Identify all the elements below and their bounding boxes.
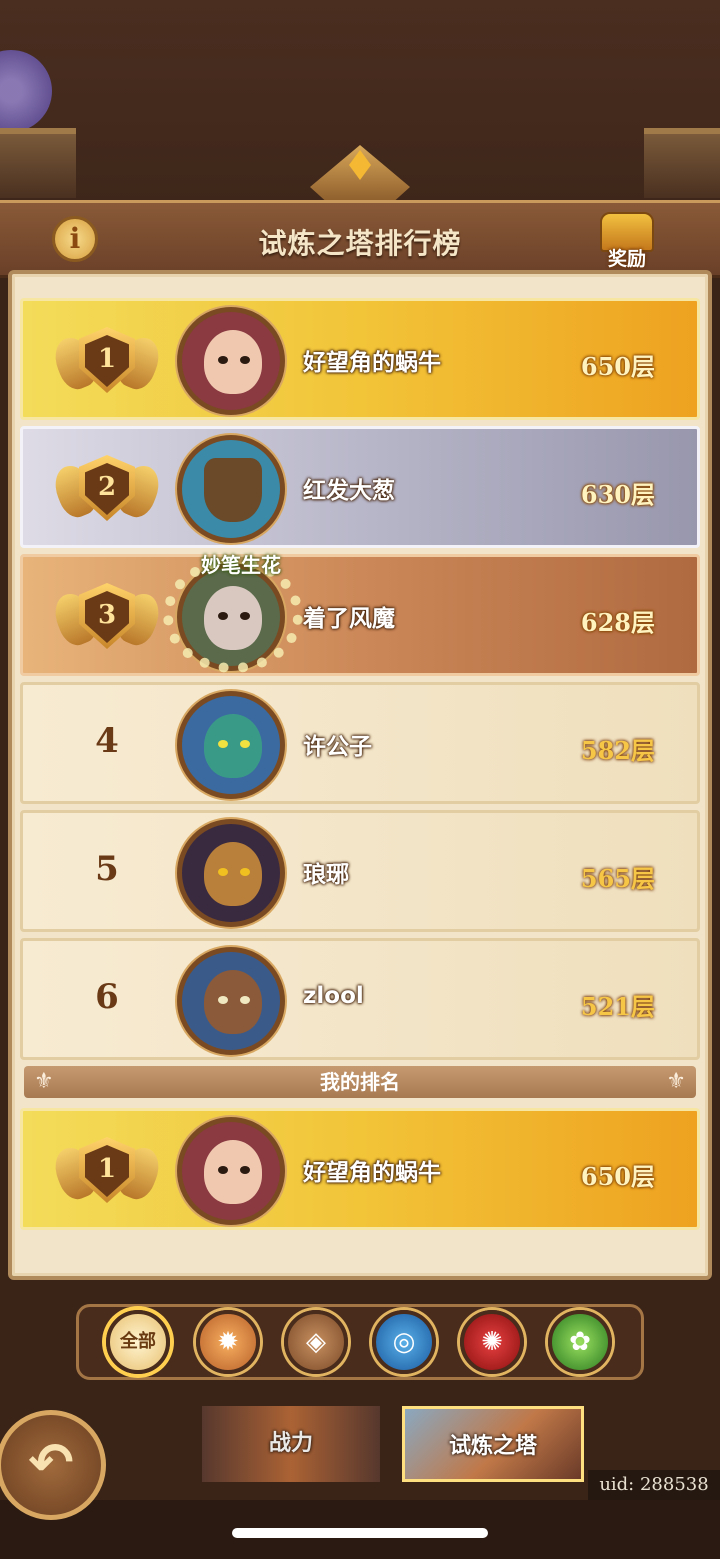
silver-medal-icon: 2: [48, 447, 166, 533]
left-pillar-decoration: [0, 128, 76, 198]
leaderboard-row-1[interactable]: 1 好望角的蜗牛 650层: [20, 298, 700, 420]
tab-power[interactable]: 战力: [202, 1406, 380, 1482]
bronze-medal-icon: 3: [48, 575, 166, 661]
blue-haired-elf-avatar[interactable]: [177, 947, 285, 1055]
all-filter-label: 全部: [120, 1331, 156, 1352]
gold-medal-icon: 1: [48, 319, 166, 405]
rank-number: 4: [95, 721, 119, 761]
uid-label: uid: 288538: [588, 1470, 720, 1500]
my-rank-header: 我的排名: [24, 1066, 696, 1098]
sun-faction-icon[interactable]: ✹: [196, 1310, 260, 1374]
beast-hero-avatar[interactable]: [177, 819, 285, 927]
score: 628层: [580, 608, 655, 637]
red-haired-hero-avatar[interactable]: [177, 1117, 285, 1225]
fleur-icon: ⚜: [34, 1069, 54, 1094]
earth-faction-icon[interactable]: ◈: [284, 1310, 348, 1374]
tab-trial-tower[interactable]: 试炼之塔: [402, 1406, 584, 1482]
score: 650层: [580, 1162, 655, 1191]
fire-faction-icon[interactable]: ✺: [460, 1310, 524, 1374]
shield-hero-avatar[interactable]: [177, 435, 285, 543]
title-badge: 妙笔生花: [201, 553, 281, 577]
player-name: 好望角的蜗牛: [303, 1160, 441, 1186]
fleur-icon: ⚜: [666, 1069, 686, 1094]
water-faction-icon[interactable]: ◎: [372, 1310, 436, 1374]
leaderboard-row-6[interactable]: 6 zlool 521层: [20, 938, 700, 1060]
blue-troll-avatar[interactable]: [177, 691, 285, 799]
leaderboard-row-4[interactable]: 4 许公子 582层: [20, 682, 700, 804]
all-filter-button[interactable]: 全部: [106, 1310, 170, 1374]
player-name: zlool: [303, 983, 364, 1009]
leaderboard-row-2[interactable]: 2 红发大葱 630层: [20, 426, 700, 548]
gold-medal-icon: 1: [48, 1129, 166, 1215]
home-indicator[interactable]: [232, 1528, 488, 1538]
leaderboard-row-5[interactable]: 5 琅琊 565层: [20, 810, 700, 932]
player-name: 琅琊: [303, 862, 349, 888]
score: 650层: [580, 352, 655, 381]
score: 582层: [580, 736, 655, 765]
right-pillar-decoration: [644, 128, 720, 198]
red-haired-hero-avatar[interactable]: [177, 307, 285, 415]
score: 565层: [580, 864, 655, 893]
player-name: 红发大葱: [303, 478, 395, 504]
rank-number: 6: [95, 977, 119, 1017]
reward-button[interactable]: 奖励: [596, 208, 658, 270]
score: 521层: [580, 992, 655, 1021]
wind-faction-icon[interactable]: ✿: [548, 1310, 612, 1374]
score: 630层: [580, 480, 655, 509]
player-name: 好望角的蜗牛: [303, 350, 441, 376]
rank-number: 5: [95, 849, 119, 889]
player-name: 许公子: [303, 734, 372, 760]
reward-label: 奖励: [607, 248, 646, 270]
back-button[interactable]: ↶: [0, 1410, 106, 1520]
back-arrow-icon: ↶: [28, 1431, 74, 1494]
player-name: 着了风魔: [303, 606, 395, 632]
leaderboard-row-3[interactable]: 3 妙笔生花 着了风魔 628层: [20, 553, 700, 676]
my-rank-row[interactable]: 1 好望角的蜗牛 650层: [20, 1108, 700, 1230]
